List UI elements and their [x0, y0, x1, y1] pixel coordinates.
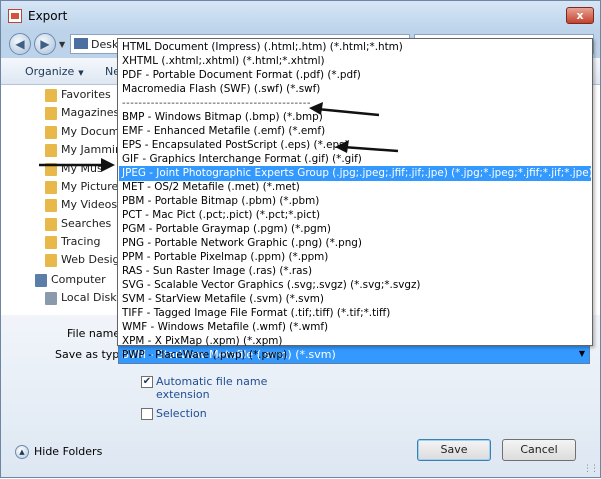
chevron-down-icon: ▼	[78, 69, 84, 77]
auto-extension-label-line2: extension	[156, 388, 210, 401]
app-icon	[8, 9, 22, 23]
file-type-option[interactable]: WMF - Windows Metafile (.wmf) (*.wmf)	[119, 320, 591, 335]
folder-icon	[45, 144, 57, 157]
auto-extension-label: Automatic file name extension	[156, 375, 267, 401]
file-type-option[interactable]: PCT - Mac Pict (.pct;.pict) (*.pct;*.pic…	[119, 208, 591, 223]
file-type-option[interactable]: HTML Document (Impress) (.html;.htm) (*.…	[119, 40, 591, 55]
file-type-option[interactable]: PGM - Portable Graymap (.pgm) (*.pgm)	[119, 222, 591, 237]
forward-button[interactable]: ▶	[34, 33, 56, 55]
sidebar-item-label: My Jammin	[61, 143, 122, 156]
folder-icon	[45, 254, 57, 267]
file-type-dropdown-list[interactable]: HTML Document (Impress) (.html;.htm) (*.…	[117, 38, 593, 361]
folder-icon	[74, 38, 88, 49]
chevron-up-icon: ▲	[15, 445, 29, 459]
drive-icon	[45, 292, 57, 305]
auto-extension-checkbox[interactable]: ✔	[141, 376, 153, 388]
selection-label: Selection	[156, 407, 207, 420]
file-type-option[interactable]: MET - OS/2 Metafile (.met) (*.met)	[119, 180, 591, 195]
file-type-option[interactable]: SVM - StarView Metafile (.svm) (*.svm)	[119, 292, 591, 307]
file-type-option[interactable]: XPM - X PixMap (.xpm) (*.xpm)	[119, 334, 591, 349]
file-type-option[interactable]: XHTML (.xhtml;.xhtml) (*.html;*.xhtml)	[119, 54, 591, 69]
resize-grip-icon[interactable]: ⋮⋮	[583, 464, 599, 474]
sidebar-item-label: My Videos	[61, 198, 118, 211]
file-type-option[interactable]: Macromedia Flash (SWF) (.swf) (*.swf)	[119, 82, 591, 97]
file-type-option[interactable]: RAS - Sun Raster Image (.ras) (*.ras)	[119, 264, 591, 279]
sidebar-item-label: My Mus	[61, 162, 103, 175]
sidebar-item-label: Magazines	[61, 106, 120, 119]
hide-folders-label: Hide Folders	[34, 445, 103, 458]
back-button[interactable]: ◀	[9, 33, 31, 55]
file-type-option[interactable]: PNG - Portable Network Graphic (.png) (*…	[119, 236, 591, 251]
organize-menu[interactable]: Organize ▼	[25, 65, 84, 78]
save-button[interactable]: Save	[417, 439, 491, 461]
file-type-option[interactable]: EMF - Enhanced Metafile (.emf) (*.emf)	[119, 124, 591, 139]
computer-icon	[35, 274, 47, 287]
star-folder-icon	[45, 89, 57, 102]
file-type-option[interactable]: PBM - Portable Bitmap (.pbm) (*.pbm)	[119, 194, 591, 209]
filename-label: File name:	[67, 327, 124, 340]
file-type-option[interactable]: PDF - Portable Document Format (.pdf) (*…	[119, 68, 591, 83]
title-bar[interactable]: Export x	[1, 1, 600, 31]
folder-icon	[45, 218, 57, 231]
file-type-option[interactable]: GIF - Graphics Interchange Format (.gif)…	[119, 152, 591, 167]
folder-icon	[45, 236, 57, 249]
selection-option[interactable]: Selection	[141, 407, 261, 424]
auto-extension-label-line1: Automatic file name	[156, 375, 268, 388]
list-separator: ----------------------------------------…	[122, 98, 311, 109]
sidebar-item-label: My Pictures	[61, 180, 125, 193]
recent-pages-dropdown-icon[interactable]: ▼	[59, 40, 65, 49]
file-type-option[interactable]: BMP - Windows Bitmap (.bmp) (*.bmp)	[119, 110, 591, 125]
selection-checkbox[interactable]	[141, 408, 153, 420]
sidebar-item-label: Favorites	[61, 88, 111, 101]
folder-icon	[45, 199, 57, 212]
window-title: Export	[28, 9, 68, 23]
export-dialog: Export x ◀ ▶ ▼ Deskto ⚲ Organize▼ Ne Fav…	[0, 0, 601, 478]
file-type-option[interactable]: PWP - PlaceWare (.pwp) (*.pwp)	[119, 348, 591, 363]
folder-icon	[45, 163, 57, 176]
sidebar-item-label: Tracing	[61, 235, 101, 248]
file-type-option[interactable]: TIFF - Tagged Image File Format (.tif;.t…	[119, 306, 591, 321]
sidebar-item-label: Computer	[51, 273, 106, 286]
hide-folders-button[interactable]: ▲ Hide Folders	[15, 445, 102, 459]
auto-extension-option[interactable]: ✔ Automatic file name extension	[141, 375, 341, 404]
folder-icon	[45, 107, 57, 120]
navigation-pane: Favorites Magazines My Documen My Jammin My …	[1, 85, 133, 315]
file-type-option[interactable]: SVG - Scalable Vector Graphics (.svg;.sv…	[119, 278, 591, 293]
sidebar-item-label: Searches	[61, 217, 112, 230]
file-type-option[interactable]: JPEG - Joint Photographic Experts Group …	[119, 166, 591, 181]
folder-icon	[45, 126, 57, 139]
cancel-button[interactable]: Cancel	[502, 439, 576, 461]
file-type-option[interactable]: PPM - Portable Pixelmap (.ppm) (*.ppm)	[119, 250, 591, 265]
close-button[interactable]: x	[566, 7, 594, 24]
file-type-option[interactable]: EPS - Encapsulated PostScript (.eps) (*.…	[119, 138, 591, 153]
folder-icon	[45, 181, 57, 194]
organize-label: Organize	[25, 65, 75, 78]
